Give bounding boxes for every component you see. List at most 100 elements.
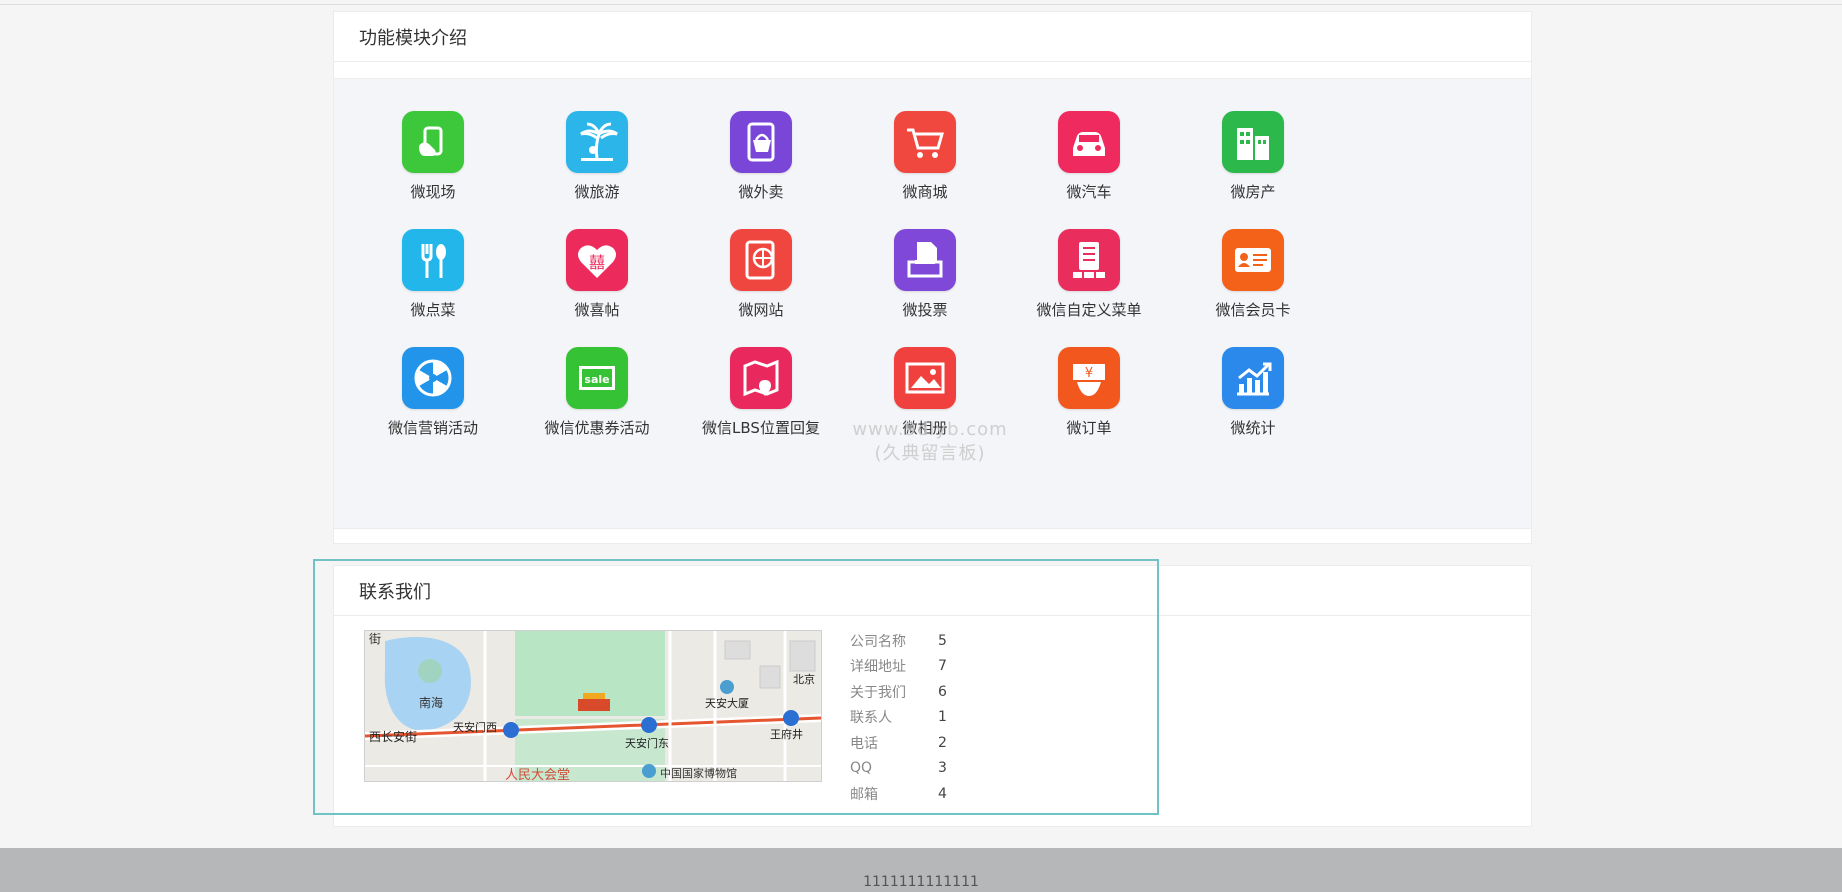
footer: 1111111111111 [0,848,1842,892]
buildings-icon[interactable] [1222,111,1284,173]
module-label[interactable]: 微房产 [1178,181,1328,202]
module-tile[interactable]: sale 微信优惠券活动 [522,347,672,438]
modules-grid: 微现场 微旅游 微外卖 微商城 微汽车 微房产 微点菜囍微喜帖 微网站 微投票 微信自定义菜单 微信… [334,78,1531,529]
map-label-xichangan: 西长安街 [369,729,417,744]
info-value: 7 [938,658,947,675]
info-value: 4 [938,785,947,802]
module-tile[interactable]: 微网站 [686,229,836,320]
svg-text:¥: ¥ [1085,366,1093,381]
hand-phone-icon[interactable] [402,111,464,173]
module-tile[interactable]: 微点菜 [358,229,508,320]
globe-tablet-icon[interactable] [730,229,792,291]
module-label[interactable]: 微旅游 [522,181,672,202]
info-row-address: 详细地址 7 [850,654,947,680]
top-divider [0,4,1842,5]
module-label[interactable]: 微信营销活动 [358,417,508,438]
module-label[interactable]: 微信LBS位置回复 [686,417,836,438]
module-tile[interactable]: 微外卖 [686,111,836,202]
module-tile[interactable]: 微统计 [1178,347,1328,438]
module-label[interactable]: 微商城 [850,181,1000,202]
modules-title: 功能模块介绍 [334,12,1531,62]
module-label[interactable]: 微喜帖 [522,299,672,320]
contact-panel: 联系我们 街 南海 西长安街 天安门西 天安门东 天安大厦 北京 王府井 人民大… [333,565,1532,827]
chart-up-icon[interactable] [1222,347,1284,409]
module-tile[interactable]: 微信营销活动 [358,347,508,438]
module-label[interactable]: 微外卖 [686,181,836,202]
info-value: 3 [938,760,947,777]
info-label: QQ [850,760,873,777]
module-tile[interactable]: 微汽车 [1014,111,1164,202]
info-value: 1 [938,709,947,726]
module-label[interactable]: 微汽车 [1014,181,1164,202]
info-row-contact-person: 联系人 1 [850,705,947,731]
photo-icon[interactable] [894,347,956,409]
module-tile[interactable]: 微相册 [850,347,1000,438]
map-label-street: 街 [369,632,381,646]
info-label: 电话 [850,735,878,752]
module-tile[interactable]: 微房产 [1178,111,1328,202]
module-tile[interactable]: 微信LBS位置回复 [686,347,836,438]
menu-list-icon[interactable] [1058,229,1120,291]
shopping-basket-icon[interactable] [730,111,792,173]
modules-panel: 功能模块介绍 微现场 微旅游 微外卖 微商城 微汽车 微房产 微点菜囍微喜帖 微网站 微投票 微信… [333,11,1532,544]
contact-info: 公司名称 5 详细地址 7 关于我们 6 联系人 1 电话 2 QQ 3 邮箱 4 [850,628,947,807]
fork-spoon-icon[interactable] [402,229,464,291]
module-label[interactable]: 微统计 [1178,417,1328,438]
yen-hand-icon[interactable]: ¥ [1058,347,1120,409]
module-tile[interactable]: 微现场 [358,111,508,202]
sale-coupon-icon[interactable]: sale [566,347,628,409]
info-row-phone: 电话 2 [850,730,947,756]
module-label[interactable]: 微现场 [358,181,508,202]
info-label: 关于我们 [850,684,906,701]
info-row-email: 邮箱 4 [850,781,947,807]
info-row-qq: QQ 3 [850,756,947,782]
module-tile[interactable]: 微信自定义菜单 [1014,229,1164,320]
footer-text: 1111111111111 [863,874,979,890]
info-label: 邮箱 [850,786,878,803]
info-value: 5 [938,632,947,649]
info-row-about-us: 关于我们 6 [850,679,947,705]
info-label: 公司名称 [850,633,906,650]
module-tile[interactable]: 微信会员卡 [1178,229,1328,320]
member-card-icon[interactable] [1222,229,1284,291]
contact-title: 联系我们 [334,566,1531,616]
map-label-museum: 中国国家博物馆 [660,766,737,780]
module-label[interactable]: 微信自定义菜单 [1014,299,1164,320]
module-label[interactable]: 微信会员卡 [1178,299,1328,320]
palm-tree-icon[interactable] [566,111,628,173]
lottery-wheel-icon[interactable] [402,347,464,409]
map-label-great-hall: 人民大会堂 [505,768,570,781]
map-label-tiananmen-east: 天安门东 [625,736,669,750]
module-label[interactable]: 微相册 [850,417,1000,438]
module-tile[interactable]: 微投票 [850,229,1000,320]
car-icon[interactable] [1058,111,1120,173]
tiananmen-landmark [578,699,610,711]
map-label-tiananmen-west: 天安门西 [453,720,497,734]
map-label-nanhai: 南海 [419,695,443,710]
heart-xi-icon[interactable]: 囍 [566,229,628,291]
info-label: 详细地址 [850,659,906,676]
map-label-tianan-building: 天安大厦 [705,696,749,710]
module-tile[interactable]: 微旅游 [522,111,672,202]
map-pin-icon[interactable] [730,347,792,409]
module-label[interactable]: 微点菜 [358,299,508,320]
module-tile[interactable]: 囍微喜帖 [522,229,672,320]
svg-text:sale: sale [584,373,609,386]
info-value: 6 [938,683,947,700]
svg-text:囍: 囍 [589,253,605,272]
ballot-box-icon[interactable] [894,229,956,291]
info-label: 联系人 [850,710,892,727]
module-tile[interactable]: 微商城 [850,111,1000,202]
module-tile[interactable]: ¥ 微订单 [1014,347,1164,438]
map-label-wangfujing: 王府井 [770,727,803,741]
module-label[interactable]: 微信优惠券活动 [522,417,672,438]
shopping-cart-icon[interactable] [894,111,956,173]
module-label[interactable]: 微投票 [850,299,1000,320]
info-value: 2 [938,734,947,751]
module-label[interactable]: 微订单 [1014,417,1164,438]
module-label[interactable]: 微网站 [686,299,836,320]
info-row-company-name: 公司名称 5 [850,628,947,654]
location-map[interactable]: 街 南海 西长安街 天安门西 天安门东 天安大厦 北京 王府井 人民大会堂 中国… [364,630,822,782]
map-label-beijing: 北京 [793,672,815,686]
map-canvas: 街 南海 西长安街 天安门西 天安门东 天安大厦 北京 王府井 人民大会堂 中国… [365,631,821,781]
